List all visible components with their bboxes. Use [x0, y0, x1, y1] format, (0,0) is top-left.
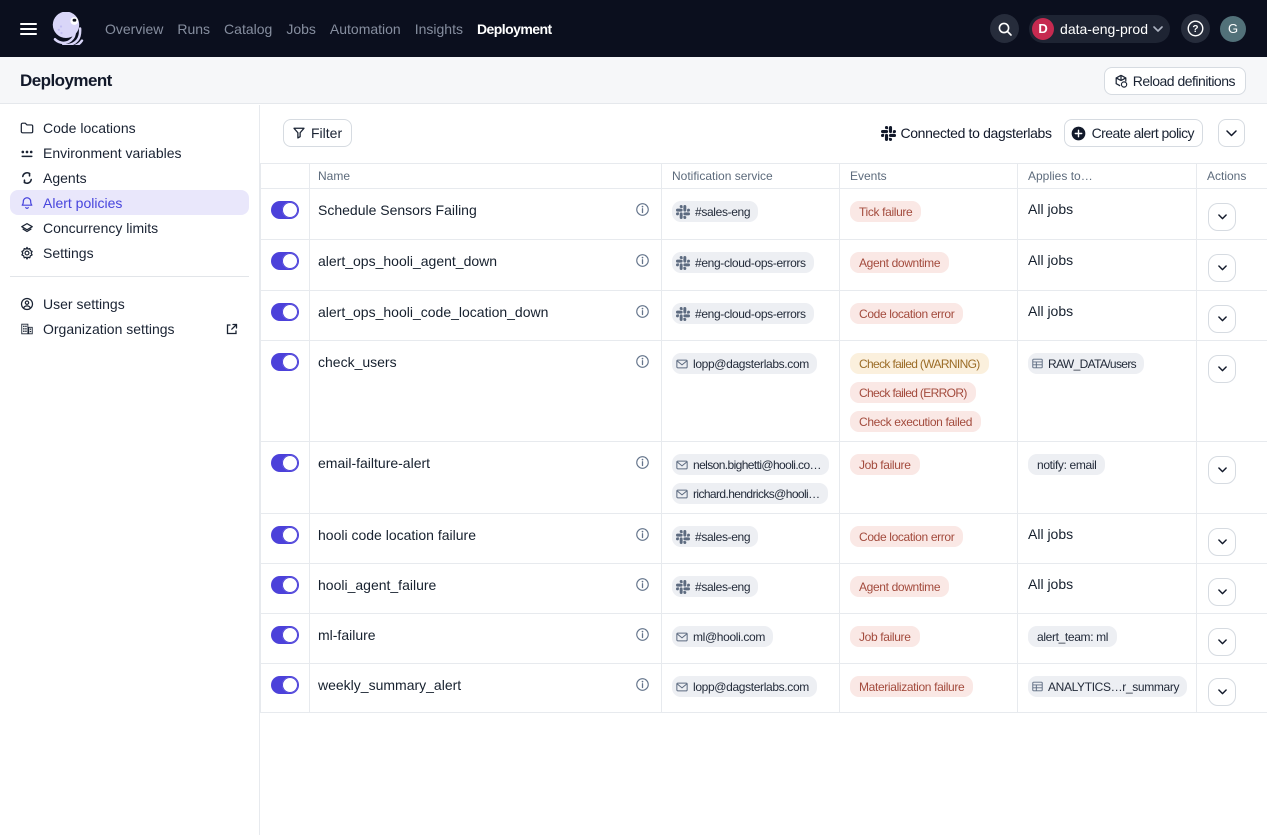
svg-text:?: ? [1192, 24, 1198, 35]
